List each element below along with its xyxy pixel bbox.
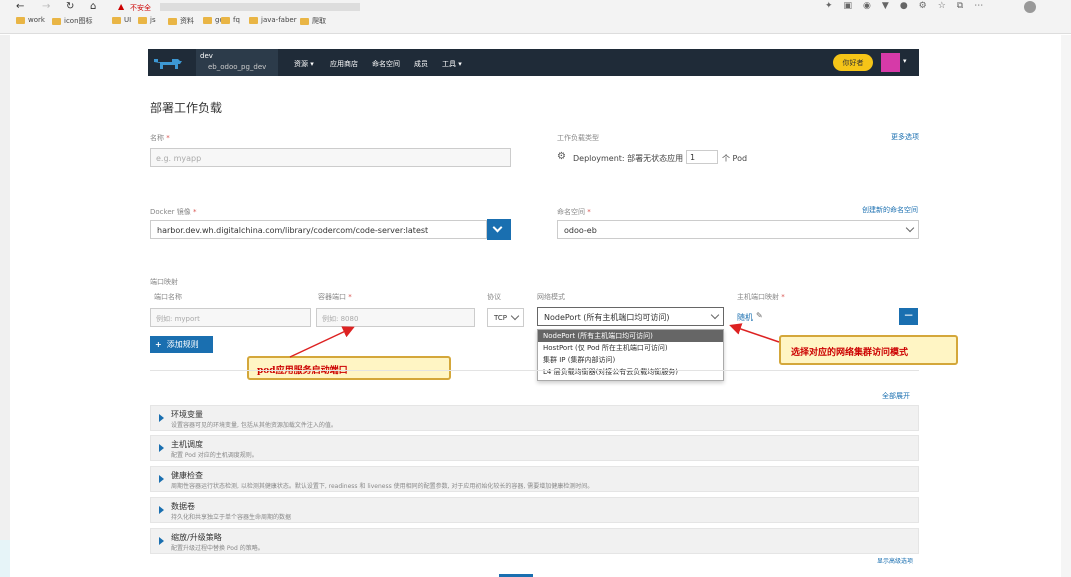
section-title: 环境变量 (171, 410, 203, 419)
expand-triangle-icon (159, 475, 164, 483)
show-advanced-link[interactable]: 显示高级选项 (877, 556, 913, 565)
section-title: 缩放/升级策略 (171, 533, 222, 542)
expand-triangle-icon (159, 414, 164, 422)
collapsible-section[interactable]: 主机调度配置 Pod 对应的主机调度规则。 (150, 435, 919, 461)
expand-all-link[interactable]: 全部展开 (882, 391, 910, 401)
section-desc: 设置容器可见的环境变量, 包括从其他资源加载文件注入的值。 (171, 422, 337, 429)
section-desc: 持久化和共享独立于单个容器生命周期的数据 (171, 514, 292, 521)
section-title: 主机调度 (171, 440, 203, 449)
arrow-to-container-port (289, 326, 355, 358)
section-desc: 周期性容器运行状态检测, 以检测其健康状态。默认设置下, readiness 和… (171, 483, 594, 490)
expand-triangle-icon (159, 537, 164, 545)
bottom-left-strip (0, 540, 10, 577)
collapsible-section[interactable]: 环境变量设置容器可见的环境变量, 包括从其他资源加载文件注入的值。 (150, 405, 919, 431)
expand-triangle-icon (159, 444, 164, 452)
section-desc: 配置 Pod 对应的主机调度规则。 (171, 452, 258, 459)
arrow-to-network-mode (729, 323, 780, 343)
divider (150, 370, 919, 371)
section-title: 健康检查 (171, 471, 203, 480)
collapsible-section[interactable]: 缩放/升级策略配置升级过程中替换 Pod 的策略。 (150, 528, 919, 554)
collapsible-section[interactable]: 数据卷持久化和共享独立于单个容器生命周期的数据 (150, 497, 919, 523)
collapsible-section[interactable]: 健康检查周期性容器运行状态检测, 以检测其健康状态。默认设置下, readine… (150, 466, 919, 492)
section-desc: 配置升级过程中替换 Pod 的策略。 (171, 545, 264, 552)
expand-triangle-icon (159, 506, 164, 514)
section-title: 数据卷 (171, 502, 195, 511)
